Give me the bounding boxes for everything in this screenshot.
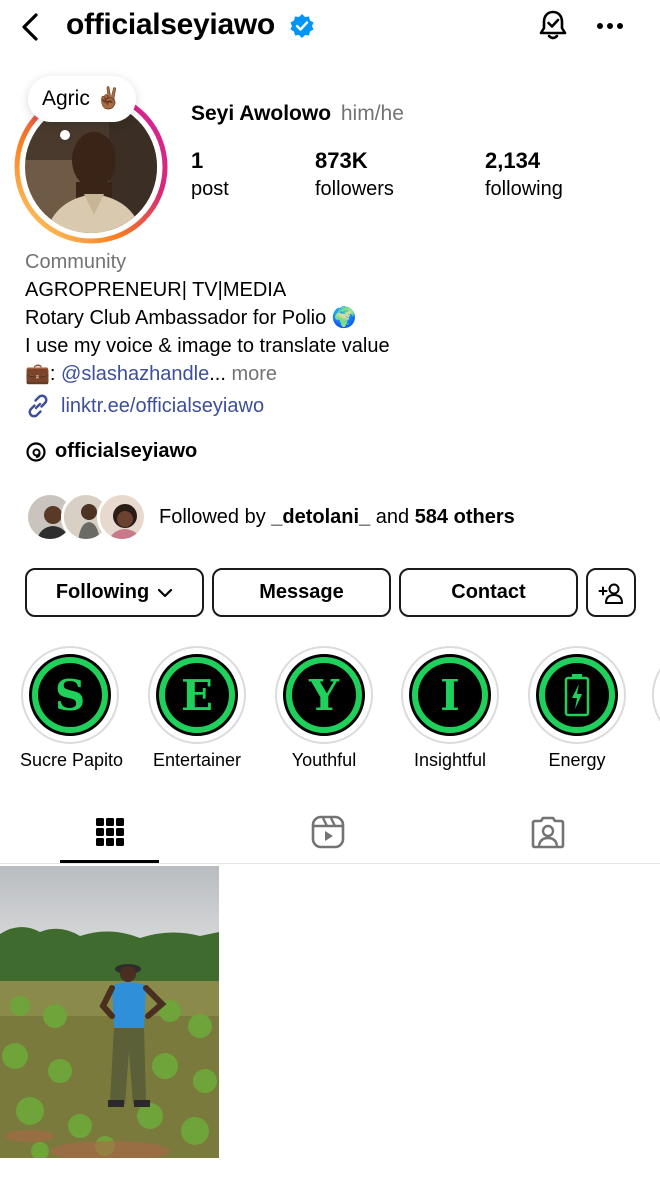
highlight-cover: Y xyxy=(283,654,365,736)
highlight-cover: E xyxy=(156,654,238,736)
profile-note-bubble[interactable]: Agric ✌🏾 xyxy=(28,76,137,122)
followed-by-and: and xyxy=(370,505,415,528)
bio-more-button[interactable]: more xyxy=(231,363,277,385)
stat-following[interactable]: 2,134 following xyxy=(485,148,563,201)
stat-following-value: 2,134 xyxy=(485,148,541,173)
verified-badge-icon xyxy=(290,14,314,38)
back-arrow-icon[interactable] xyxy=(16,10,46,44)
tab-reels[interactable] xyxy=(278,800,378,864)
bio-line-1: AGROPRENEUR| TV|MEDIA xyxy=(25,279,287,301)
reels-icon xyxy=(311,815,345,849)
profile-username: officialseyiawo xyxy=(66,8,275,41)
highlight-label: Sucre Papito xyxy=(20,750,124,770)
mutual-followers-text: Followed by _detolani_ and 584 others xyxy=(159,506,515,529)
battery-bolt-icon xyxy=(564,674,590,717)
message-button[interactable]: Message xyxy=(212,568,391,617)
briefcase-prefix: 💼: xyxy=(25,363,62,385)
highlight-partial-ring xyxy=(652,646,660,744)
stat-followers[interactable]: 873K followers xyxy=(315,148,394,201)
tab-tagged[interactable] xyxy=(498,800,598,864)
bio-mention-link[interactable]: @slashazhandle xyxy=(61,363,209,385)
highlight-sucre-papito[interactable]: S Sucre Papito xyxy=(20,646,124,771)
highlight-label: Insightful xyxy=(413,750,487,770)
highlight-glyph: Y xyxy=(292,663,356,727)
profile-bio: Community AGROPRENEUR| TV|MEDIA Rotary C… xyxy=(25,248,390,388)
highlight-glyph: S xyxy=(38,663,102,727)
tagged-icon xyxy=(531,816,565,849)
highlight-label: Youthful xyxy=(291,750,357,770)
bio-line-4: 💼: @slashazhandle... more xyxy=(25,360,390,388)
highlight-entertainer[interactable]: E Entertainer xyxy=(147,646,247,771)
notification-bell-icon[interactable] xyxy=(536,8,570,44)
active-tab-indicator xyxy=(60,860,159,863)
post-thumbnail[interactable] xyxy=(0,866,219,1158)
top-bar: officialseyiawo xyxy=(0,0,660,56)
stat-following-label: following xyxy=(485,178,563,200)
highlight-glyph xyxy=(545,663,609,727)
link-icon xyxy=(28,394,48,418)
highlight-ring: E xyxy=(148,646,246,744)
bio-category: Community xyxy=(25,251,127,273)
post-image xyxy=(0,866,219,1158)
contact-button-label: Contact xyxy=(451,581,526,603)
bio-line-2: Rotary Club Ambassador for Polio 🌍 xyxy=(25,307,357,329)
bio-line-3: I use my voice & image to translate valu… xyxy=(25,335,390,357)
stat-followers-label: followers xyxy=(315,178,394,200)
highlight-glyph: E xyxy=(165,663,229,727)
stat-posts[interactable]: 1 post xyxy=(191,148,229,201)
stat-posts-label: post xyxy=(191,178,229,200)
threads-profile-link[interactable]: officialseyiawo xyxy=(25,440,197,463)
display-name: Seyi Awolowo xyxy=(191,102,332,125)
contact-button[interactable]: Contact xyxy=(399,568,578,617)
followed-by-others: 584 others xyxy=(414,505,515,528)
highlight-ring: Y xyxy=(275,646,373,744)
stat-followers-value: 873K xyxy=(315,148,368,173)
highlight-youthful[interactable]: Y Youthful xyxy=(274,646,374,771)
highlight-cover xyxy=(536,654,618,736)
message-button-label: Message xyxy=(259,581,344,603)
mutual-followers-row[interactable]: Followed by _detolani_ and 584 others xyxy=(25,492,515,542)
bio-link-text: linktr.ee/officialseyiawo xyxy=(61,394,265,417)
highlight-cover: S xyxy=(29,654,111,736)
add-person-icon xyxy=(598,583,623,604)
threads-username: officialseyiawo xyxy=(55,440,198,462)
profile-tabs xyxy=(0,800,660,864)
grid-icon xyxy=(96,818,124,846)
highlight-ring: I xyxy=(401,646,499,744)
pronouns: him/he xyxy=(340,102,404,125)
highlight-ring: S xyxy=(21,646,119,744)
highlight-partial[interactable] xyxy=(652,646,660,744)
victory-hand-emoji: ✌🏾 xyxy=(95,87,123,110)
more-options-icon[interactable] xyxy=(596,22,624,30)
followed-by-prefix: Followed by xyxy=(159,505,272,528)
threads-icon xyxy=(26,441,46,462)
profile-name-row: Seyi Awolowo him/he xyxy=(191,102,404,126)
following-button-label: Following xyxy=(55,581,150,603)
chevron-down-icon xyxy=(158,588,173,597)
highlight-energy[interactable]: Energy xyxy=(527,646,627,771)
bio-external-link[interactable]: linktr.ee/officialseyiawo xyxy=(25,393,264,419)
note-text: Agric xyxy=(42,87,90,110)
highlight-label: Energy xyxy=(548,750,606,770)
mutual-avatar-3 xyxy=(97,492,147,542)
followed-by-user: _detolani_ xyxy=(271,505,371,528)
tab-posts-grid[interactable] xyxy=(60,800,160,864)
bio-ellipsis: ... xyxy=(209,363,226,385)
note-bubble-tail xyxy=(60,130,70,140)
highlight-glyph: I xyxy=(418,663,482,727)
suggested-users-button[interactable] xyxy=(586,568,636,617)
highlight-ring xyxy=(528,646,626,744)
highlight-insightful[interactable]: I Insightful xyxy=(400,646,500,771)
highlight-cover: I xyxy=(409,654,491,736)
following-button[interactable]: Following xyxy=(25,568,204,617)
stat-posts-value: 1 xyxy=(191,148,204,173)
highlight-label: Entertainer xyxy=(152,750,242,770)
